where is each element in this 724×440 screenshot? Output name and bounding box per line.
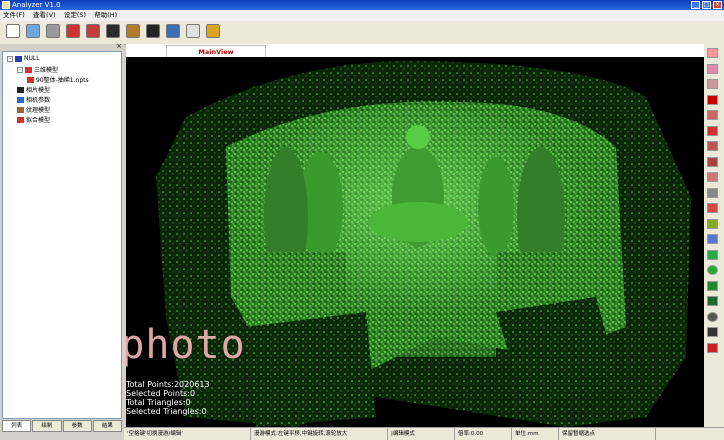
delete-icon[interactable]: [707, 94, 718, 105]
tree-item-label: 相机参数: [26, 97, 51, 104]
color-icon[interactable]: [707, 218, 718, 229]
tree-item-label: 纹理模型: [26, 107, 51, 114]
point-stats: Total Points:2020613 Selected Points:0 T…: [126, 380, 210, 416]
menu-help[interactable]: 帮助(H): [91, 10, 120, 21]
axis-icon[interactable]: [707, 203, 718, 213]
grid-icon[interactable]: [707, 141, 718, 151]
node-icon: [25, 66, 32, 73]
status-field: 倍率:0.00: [455, 428, 512, 440]
measure-icon[interactable]: [66, 24, 80, 38]
split-icon[interactable]: [707, 234, 718, 244]
tool-icon[interactable]: [46, 24, 60, 38]
save-icon[interactable]: [166, 24, 180, 38]
maximize-button[interactable]: □: [702, 1, 711, 9]
3d-viewport[interactable]: Lensphoto Total Points:2020613 Selected …: [126, 57, 704, 427]
new-icon[interactable]: [6, 24, 20, 38]
line-icon[interactable]: [707, 187, 718, 198]
tree-item[interactable]: 纹理模型: [17, 105, 50, 114]
tree-item-label: NULL: [24, 55, 40, 62]
node-icon: [17, 116, 24, 123]
status-field: 单位:mm: [512, 428, 559, 440]
stat-selected-triangles: Selected Triangles:0: [126, 407, 207, 416]
tree-item-label: 相片模型: [26, 87, 51, 94]
stat-total-triangles: Total Triangles:0: [126, 398, 191, 407]
point-cloud: [126, 57, 704, 427]
title-bar: Analyzer V1.0 _ □ ×: [0, 0, 724, 10]
paint-icon[interactable]: [86, 24, 100, 38]
view-header: MainView: [126, 44, 704, 57]
menu-file[interactable]: 文件(F): [0, 10, 28, 21]
toolbar: [0, 21, 724, 45]
node-icon: [17, 96, 24, 103]
sphere-icon[interactable]: [707, 265, 718, 275]
left-panel: × - NULL - 三维模型 90整体-抽稀1.npts 相片模型 相机参数 纹理模型 拟合模…: [0, 42, 124, 439]
camera-icon[interactable]: [146, 24, 160, 38]
select-icon[interactable]: [707, 110, 718, 120]
node-icon: [17, 106, 24, 113]
rotate-icon[interactable]: [106, 24, 120, 38]
menu-view[interactable]: 查看(V): [30, 10, 59, 21]
view-front-icon[interactable]: [707, 48, 718, 58]
stop-icon[interactable]: [707, 342, 718, 353]
right-toolbar: [704, 44, 724, 427]
app-icon: [2, 1, 10, 9]
zoom-icon[interactable]: [707, 125, 718, 136]
tree-item-label: 拟合模型: [26, 117, 51, 124]
tree-item-label: 90整体-抽稀1.npts: [36, 77, 89, 84]
status-bar: '空格键'切换漫游/编辑' 漫游模式:左键平移,中键旋转,滚轮放大 |编辑模式 倍率:…: [124, 427, 724, 440]
pan-icon[interactable]: [707, 172, 718, 182]
stat-selected-points: Selected Points:0: [126, 389, 196, 398]
mesh-icon[interactable]: [707, 156, 718, 167]
tree-item[interactable]: 相片模型: [17, 85, 50, 94]
tab-results[interactable]: 结果: [92, 420, 122, 432]
tree-item[interactable]: - NULL: [7, 55, 40, 62]
node-icon: [15, 55, 22, 62]
tree-item-label: 三维模型: [34, 67, 59, 74]
status-field: 保留暂缩选点: [559, 428, 656, 440]
view-back-icon[interactable]: [707, 63, 718, 74]
tree-item[interactable]: - 三维模型: [17, 65, 58, 74]
stat-total-points: Total Points:2020613: [126, 380, 210, 389]
tab-draw[interactable]: 绘制: [32, 420, 62, 432]
plane-icon[interactable]: [707, 249, 718, 260]
expander-icon[interactable]: -: [17, 66, 23, 73]
circle-icon[interactable]: [707, 311, 718, 322]
view-side-icon[interactable]: [707, 79, 718, 89]
expander-icon[interactable]: -: [7, 55, 13, 62]
tab-list[interactable]: 列表: [2, 420, 32, 432]
eye-icon[interactable]: [126, 24, 140, 38]
menu-settings[interactable]: 设定(S): [61, 10, 89, 21]
window-title: Analyzer V1.0: [12, 1, 61, 9]
node-icon: [17, 86, 24, 93]
open-icon[interactable]: [26, 24, 40, 38]
panel-close-icon[interactable]: ×: [116, 42, 122, 50]
cylinder-icon[interactable]: [707, 280, 718, 291]
close-button[interactable]: ×: [713, 1, 722, 9]
key-icon[interactable]: [206, 24, 220, 38]
tab-mainview[interactable]: MainView: [166, 45, 266, 57]
tab-params[interactable]: 参数: [62, 420, 92, 432]
status-field: '空格键'切换漫游/编辑': [124, 428, 251, 440]
model-tree: - NULL - 三维模型 90整体-抽稀1.npts 相片模型 相机参数 纹理模型 拟合模型: [2, 51, 122, 419]
node-icon: [27, 76, 34, 83]
measure-line-icon[interactable]: [707, 327, 718, 337]
tree-item[interactable]: 拟合模型: [17, 115, 50, 124]
tree-item[interactable]: 相机参数: [17, 95, 50, 104]
minimize-button[interactable]: _: [691, 1, 700, 9]
page-icon[interactable]: [186, 24, 200, 38]
status-field: |编辑模式: [388, 428, 455, 440]
status-field: 漫游模式:左键平移,中键旋转,滚轮放大: [251, 428, 388, 440]
cone-icon[interactable]: [707, 296, 718, 306]
watermark: Lensphoto: [126, 322, 246, 368]
tree-item[interactable]: 90整体-抽稀1.npts: [27, 75, 89, 84]
